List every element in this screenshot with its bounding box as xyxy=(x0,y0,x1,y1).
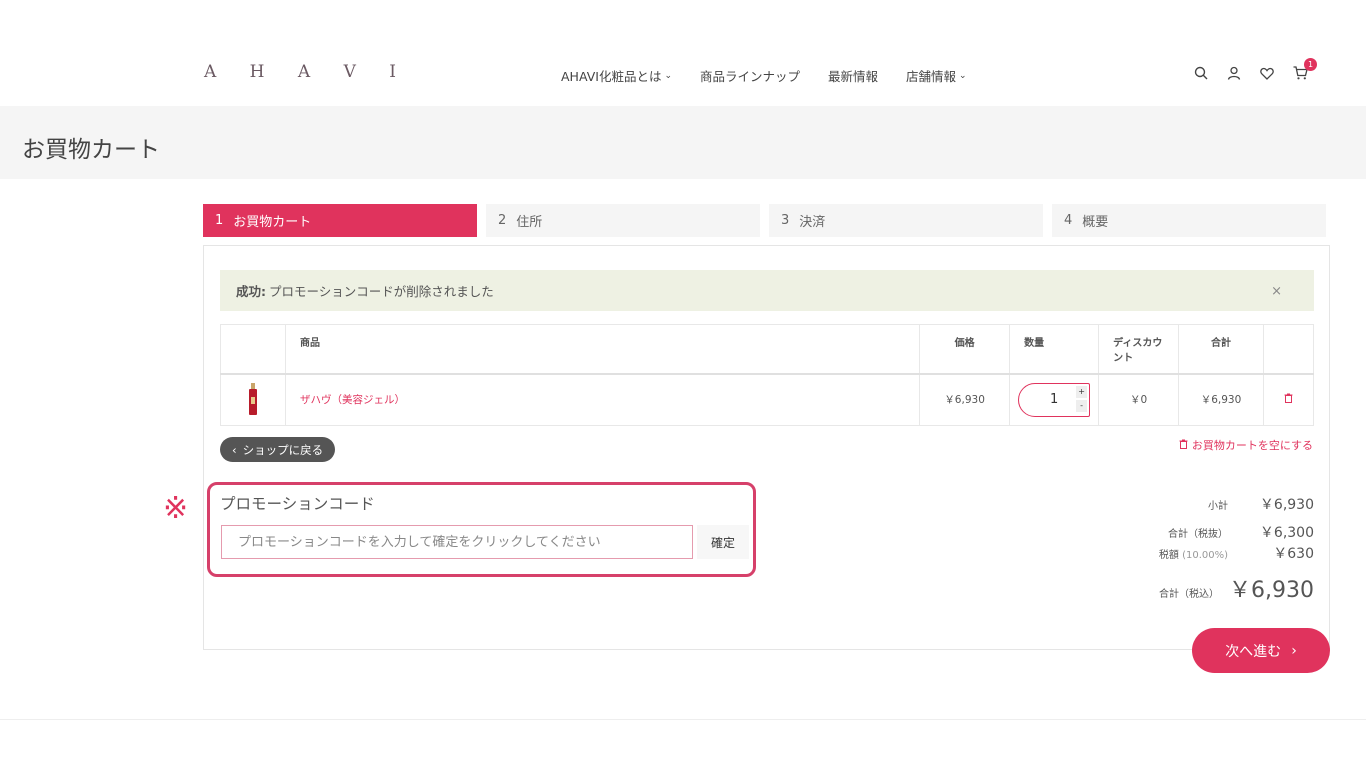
tax-label-text: 税額 xyxy=(1158,550,1179,561)
step-number: 1 xyxy=(215,213,224,228)
chevron-right-icon: › xyxy=(1291,642,1297,659)
alert-message: プロモーションコードが削除されました xyxy=(269,284,494,299)
step-number: 3 xyxy=(781,213,790,228)
product-total: ￥6,930 xyxy=(1178,373,1264,426)
alert-strong: 成功: xyxy=(236,284,266,299)
quantity-decrease-button[interactable]: - xyxy=(1076,399,1088,412)
quantity-buttons: + - xyxy=(1076,385,1088,412)
product-price: ￥6,930 xyxy=(919,373,1011,426)
trash-icon xyxy=(1179,439,1188,452)
back-to-shop-button[interactable]: ‹ ショップに戻る xyxy=(220,437,336,462)
total-excl-row: 合計（税抜） ￥6,300 xyxy=(1168,522,1314,542)
promo-submit-button[interactable]: 確定 xyxy=(697,525,749,559)
step-payment[interactable]: 3 決済 xyxy=(769,204,1043,237)
step-address[interactable]: 2 住所 xyxy=(486,204,760,237)
empty-cart-link[interactable]: お買物カートを空にする xyxy=(1179,437,1313,453)
empty-cart-label: お買物カートを空にする xyxy=(1191,439,1313,452)
nav-item-label: 店舗情報 xyxy=(906,69,957,84)
checkout-steps: 1 お買物カート 2 住所 3 決済 4 概要 xyxy=(203,204,1326,237)
tax-row: 税額 (10.00%) ￥630 xyxy=(1159,543,1314,563)
close-icon[interactable]: × xyxy=(1271,284,1282,299)
chevron-left-icon: ‹ xyxy=(232,442,237,457)
product-image-cell xyxy=(220,373,286,426)
user-icon[interactable] xyxy=(1225,64,1243,82)
quantity-cell: 1 + - xyxy=(1009,373,1100,426)
promo-code-title: プロモーションコード xyxy=(220,495,375,513)
nav-item-lineup[interactable]: 商品ラインナップ xyxy=(700,66,800,85)
site-header: A H A V I AHAVI化粧品とは ⌄ 商品ラインナップ 最新情報 店舗情… xyxy=(0,0,1366,106)
total-incl-value: ￥6,930 xyxy=(1229,578,1314,603)
back-to-shop-label: ショップに戻る xyxy=(242,442,324,457)
tax-value: ￥630 xyxy=(1273,546,1314,562)
header-product: 商品 xyxy=(284,324,921,375)
page-title-band: お買物カート xyxy=(0,106,1366,179)
product-name-cell: ザハヴ（美容ジェル） xyxy=(284,373,921,426)
next-step-button[interactable]: 次へ進む › xyxy=(1192,628,1330,673)
chevron-down-icon: ⌄ xyxy=(959,70,967,81)
nav-item-label: 商品ラインナップ xyxy=(700,69,801,84)
step-label: お買物カート xyxy=(233,215,312,230)
step-number: 2 xyxy=(498,213,507,228)
product-name-link[interactable]: ザハヴ（美容ジェル） xyxy=(300,394,405,406)
header-icons: 1 xyxy=(1192,58,1317,82)
step-label: 住所 xyxy=(516,215,543,230)
tax-label: 税額 (10.00%) xyxy=(1159,546,1228,561)
promo-code-box: プロモーションコード 確定 xyxy=(207,482,756,577)
cart-table: 商品 価格 数量 ディスカウント 合計 ザハヴ（美容ジェル） ￥6,930 1 … xyxy=(220,324,1315,426)
step-cart[interactable]: 1 お買物カート xyxy=(203,204,477,237)
heart-icon[interactable] xyxy=(1258,64,1276,82)
page-title: お買物カート xyxy=(22,137,160,163)
delete-cell xyxy=(1262,373,1315,426)
table-header-row: 商品 価格 数量 ディスカウント 合計 xyxy=(220,324,1315,375)
main-nav: AHAVI化粧品とは ⌄ 商品ラインナップ 最新情報 店舗情報 ⌄ xyxy=(561,66,967,85)
nav-item-label: 最新情報 xyxy=(828,69,879,84)
step-label: 概要 xyxy=(1082,215,1109,230)
subtotal-row: 小計 ￥6,930 xyxy=(1208,494,1314,514)
success-alert: 成功: プロモーションコードが削除されました × xyxy=(220,270,1314,311)
header-delete xyxy=(1262,324,1315,375)
header-discount: ディスカウント xyxy=(1098,324,1180,375)
quantity-increase-button[interactable]: + xyxy=(1076,385,1088,398)
total-excl-value: ￥6,300 xyxy=(1259,525,1314,541)
subtotal-label: 小計 xyxy=(1208,501,1228,512)
footer-divider xyxy=(0,719,1366,720)
site-logo[interactable]: A H A V I xyxy=(204,62,410,82)
tax-rate: (10.00%) xyxy=(1182,550,1228,561)
reference-mark: ※ xyxy=(163,491,189,526)
nav-item-about[interactable]: AHAVI化粧品とは ⌄ xyxy=(561,66,672,85)
nav-item-label: AHAVI化粧品とは xyxy=(561,69,662,84)
table-row: ザハヴ（美容ジェル） ￥6,930 1 + - ￥0 ￥6,930 xyxy=(220,373,1315,426)
nav-item-stores[interactable]: 店舗情報 ⌄ xyxy=(906,66,967,85)
search-icon[interactable] xyxy=(1192,64,1210,82)
trash-icon[interactable] xyxy=(1284,393,1293,406)
product-thumbnail[interactable] xyxy=(226,381,280,418)
step-summary[interactable]: 4 概要 xyxy=(1052,204,1326,237)
subtotal-value: ￥6,930 xyxy=(1259,497,1314,513)
total-excl-label: 合計（税抜） xyxy=(1168,529,1228,540)
total-incl-row: 合計（税込） ￥6,930 xyxy=(1159,572,1314,604)
step-label: 決済 xyxy=(799,215,826,230)
header-qty: 数量 xyxy=(1009,324,1100,375)
product-discount: ￥0 xyxy=(1098,373,1180,426)
header-price: 価格 xyxy=(919,324,1011,375)
step-number: 4 xyxy=(1064,213,1073,228)
cart-count-badge: 1 xyxy=(1304,58,1317,71)
nav-item-news[interactable]: 最新情報 xyxy=(828,66,878,85)
next-step-label: 次へ進む xyxy=(1225,643,1282,660)
header-image xyxy=(220,324,286,375)
chevron-down-icon: ⌄ xyxy=(664,70,672,81)
total-incl-label: 合計（税込） xyxy=(1159,589,1220,600)
quantity-stepper[interactable]: 1 + - xyxy=(1018,382,1091,417)
promo-code-input[interactable] xyxy=(221,525,693,559)
quantity-value[interactable]: 1 xyxy=(1050,392,1058,407)
header-total: 合計 xyxy=(1178,324,1264,375)
cart-icon[interactable]: 1 xyxy=(1291,58,1317,82)
